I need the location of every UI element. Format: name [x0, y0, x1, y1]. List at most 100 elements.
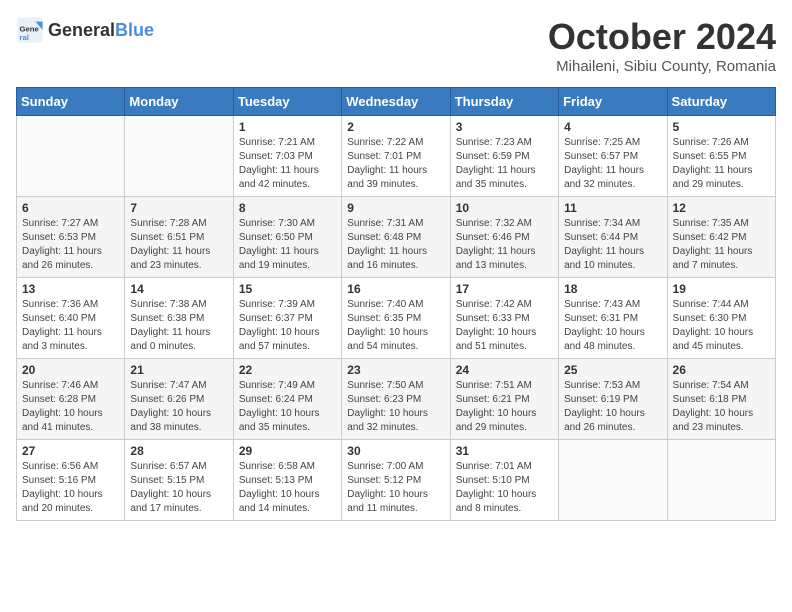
calendar-cell: 31Sunrise: 7:01 AM Sunset: 5:10 PM Dayli…	[450, 440, 558, 521]
cell-content: Sunrise: 7:50 AM Sunset: 6:23 PM Dayligh…	[347, 379, 444, 435]
cell-content: Sunrise: 6:58 AM Sunset: 5:13 PM Dayligh…	[239, 460, 336, 516]
calendar-header-row: SundayMondayTuesdayWednesdayThursdayFrid…	[17, 88, 776, 116]
logo: Gene ral General Blue	[16, 16, 154, 44]
day-number: 16	[347, 282, 444, 296]
day-number: 8	[239, 201, 336, 215]
calendar-cell: 28Sunrise: 6:57 AM Sunset: 5:15 PM Dayli…	[125, 440, 233, 521]
day-number: 6	[22, 201, 119, 215]
day-number: 23	[347, 363, 444, 377]
logo-blue: Blue	[115, 20, 154, 41]
cell-content: Sunrise: 6:56 AM Sunset: 5:16 PM Dayligh…	[22, 460, 119, 516]
day-number: 11	[564, 201, 661, 215]
cell-content: Sunrise: 7:46 AM Sunset: 6:28 PM Dayligh…	[22, 379, 119, 435]
calendar-cell: 7 Sunrise: 7:28 AM Sunset: 6:51 PM Daylig…	[125, 197, 233, 278]
calendar-cell: 14 Sunrise: 7:38 AM Sunset: 6:38 PM Dayli…	[125, 278, 233, 359]
cell-content: Sunrise: 7:39 AM Sunset: 6:37 PM Dayligh…	[239, 298, 336, 354]
calendar-cell: 24 Sunrise: 7:51 AM Sunset: 6:21 PM Dayli…	[450, 359, 558, 440]
calendar-cell: 5 Sunrise: 7:26 AM Sunset: 6:55 PM Daylig…	[667, 116, 775, 197]
cell-content: Sunrise: 7:54 AM Sunset: 6:18 PM Dayligh…	[673, 379, 770, 435]
cell-content: Sunrise: 7:42 AM Sunset: 6:33 PM Dayligh…	[456, 298, 553, 354]
calendar-cell	[17, 116, 125, 197]
day-header-friday: Friday	[559, 88, 667, 116]
cell-content: Sunrise: 7:35 AM Sunset: 6:42 PM Dayligh…	[673, 217, 770, 273]
calendar-cell: 18 Sunrise: 7:43 AM Sunset: 6:31 PM Dayli…	[559, 278, 667, 359]
day-header-wednesday: Wednesday	[342, 88, 450, 116]
calendar-cell: 21 Sunrise: 7:47 AM Sunset: 6:26 PM Dayli…	[125, 359, 233, 440]
day-number: 7	[130, 201, 227, 215]
calendar-cell	[559, 440, 667, 521]
day-number: 1	[239, 120, 336, 134]
cell-content: Sunrise: 7:28 AM Sunset: 6:51 PM Dayligh…	[130, 217, 227, 273]
calendar-cell: 30Sunrise: 7:00 AM Sunset: 5:12 PM Dayli…	[342, 440, 450, 521]
calendar-cell: 1 Sunrise: 7:21 AM Sunset: 7:03 PM Daylig…	[233, 116, 341, 197]
calendar-cell: 22 Sunrise: 7:49 AM Sunset: 6:24 PM Dayli…	[233, 359, 341, 440]
logo-icon: Gene ral	[16, 16, 44, 44]
day-number: 19	[673, 282, 770, 296]
calendar-cell: 16Sunrise: 7:40 AM Sunset: 6:35 PM Dayli…	[342, 278, 450, 359]
month-title: October 2024	[548, 16, 776, 58]
day-number: 3	[456, 120, 553, 134]
day-number: 4	[564, 120, 661, 134]
cell-content: Sunrise: 7:21 AM Sunset: 7:03 PM Dayligh…	[239, 136, 336, 192]
day-number: 24	[456, 363, 553, 377]
day-number: 12	[673, 201, 770, 215]
cell-content: Sunrise: 7:32 AM Sunset: 6:46 PM Dayligh…	[456, 217, 553, 273]
cell-content: Sunrise: 7:38 AM Sunset: 6:38 PM Dayligh…	[130, 298, 227, 354]
cell-content: Sunrise: 7:44 AM Sunset: 6:30 PM Dayligh…	[673, 298, 770, 354]
calendar-week-row: 1 Sunrise: 7:21 AM Sunset: 7:03 PM Daylig…	[17, 116, 776, 197]
svg-text:Gene: Gene	[20, 24, 40, 33]
cell-content: Sunrise: 7:00 AM Sunset: 5:12 PM Dayligh…	[347, 460, 444, 516]
calendar-cell: 29Sunrise: 6:58 AM Sunset: 5:13 PM Dayli…	[233, 440, 341, 521]
page-header: Gene ral General Blue October 2024 Mihai…	[16, 16, 776, 75]
calendar-cell: 10 Sunrise: 7:32 AM Sunset: 6:46 PM Dayli…	[450, 197, 558, 278]
cell-content: Sunrise: 7:30 AM Sunset: 6:50 PM Dayligh…	[239, 217, 336, 273]
cell-content: Sunrise: 7:01 AM Sunset: 5:10 PM Dayligh…	[456, 460, 553, 516]
calendar-cell: 9Sunrise: 7:31 AM Sunset: 6:48 PM Daylig…	[342, 197, 450, 278]
day-number: 2	[347, 120, 444, 134]
day-number: 26	[673, 363, 770, 377]
calendar-week-row: 20 Sunrise: 7:46 AM Sunset: 6:28 PM Dayli…	[17, 359, 776, 440]
day-header-thursday: Thursday	[450, 88, 558, 116]
title-block: October 2024 Mihaileni, Sibiu County, Ro…	[548, 16, 776, 75]
day-number: 15	[239, 282, 336, 296]
calendar-week-row: 13Sunrise: 7:36 AM Sunset: 6:40 PM Dayli…	[17, 278, 776, 359]
day-number: 22	[239, 363, 336, 377]
calendar-cell: 12 Sunrise: 7:35 AM Sunset: 6:42 PM Dayli…	[667, 197, 775, 278]
cell-content: Sunrise: 7:26 AM Sunset: 6:55 PM Dayligh…	[673, 136, 770, 192]
day-number: 14	[130, 282, 227, 296]
calendar-cell: 6Sunrise: 7:27 AM Sunset: 6:53 PM Daylig…	[17, 197, 125, 278]
calendar-cell: 4 Sunrise: 7:25 AM Sunset: 6:57 PM Daylig…	[559, 116, 667, 197]
day-number: 20	[22, 363, 119, 377]
calendar-cell: 23 Sunrise: 7:50 AM Sunset: 6:23 PM Dayli…	[342, 359, 450, 440]
day-number: 27	[22, 444, 119, 458]
svg-text:ral: ral	[20, 33, 29, 42]
day-number: 9	[347, 201, 444, 215]
calendar-cell: 2 Sunrise: 7:22 AM Sunset: 7:01 PM Daylig…	[342, 116, 450, 197]
cell-content: Sunrise: 7:25 AM Sunset: 6:57 PM Dayligh…	[564, 136, 661, 192]
cell-content: Sunrise: 7:51 AM Sunset: 6:21 PM Dayligh…	[456, 379, 553, 435]
day-header-monday: Monday	[125, 88, 233, 116]
calendar-cell: 13Sunrise: 7:36 AM Sunset: 6:40 PM Dayli…	[17, 278, 125, 359]
calendar-cell: 26 Sunrise: 7:54 AM Sunset: 6:18 PM Dayli…	[667, 359, 775, 440]
cell-content: Sunrise: 7:49 AM Sunset: 6:24 PM Dayligh…	[239, 379, 336, 435]
cell-content: Sunrise: 6:57 AM Sunset: 5:15 PM Dayligh…	[130, 460, 227, 516]
calendar-cell: 25Sunrise: 7:53 AM Sunset: 6:19 PM Dayli…	[559, 359, 667, 440]
day-number: 10	[456, 201, 553, 215]
day-number: 21	[130, 363, 227, 377]
cell-content: Sunrise: 7:23 AM Sunset: 6:59 PM Dayligh…	[456, 136, 553, 192]
day-number: 18	[564, 282, 661, 296]
calendar-cell: 27 Sunrise: 6:56 AM Sunset: 5:16 PM Dayli…	[17, 440, 125, 521]
cell-content: Sunrise: 7:22 AM Sunset: 7:01 PM Dayligh…	[347, 136, 444, 192]
day-number: 5	[673, 120, 770, 134]
day-header-sunday: Sunday	[17, 88, 125, 116]
location-title: Mihaileni, Sibiu County, Romania	[548, 58, 776, 75]
calendar-week-row: 27 Sunrise: 6:56 AM Sunset: 5:16 PM Dayli…	[17, 440, 776, 521]
cell-content: Sunrise: 7:43 AM Sunset: 6:31 PM Dayligh…	[564, 298, 661, 354]
cell-content: Sunrise: 7:47 AM Sunset: 6:26 PM Dayligh…	[130, 379, 227, 435]
calendar-cell: 3 Sunrise: 7:23 AM Sunset: 6:59 PM Daylig…	[450, 116, 558, 197]
cell-content: Sunrise: 7:53 AM Sunset: 6:19 PM Dayligh…	[564, 379, 661, 435]
calendar-cell	[125, 116, 233, 197]
calendar-cell: 19 Sunrise: 7:44 AM Sunset: 6:30 PM Dayli…	[667, 278, 775, 359]
day-number: 13	[22, 282, 119, 296]
day-header-tuesday: Tuesday	[233, 88, 341, 116]
